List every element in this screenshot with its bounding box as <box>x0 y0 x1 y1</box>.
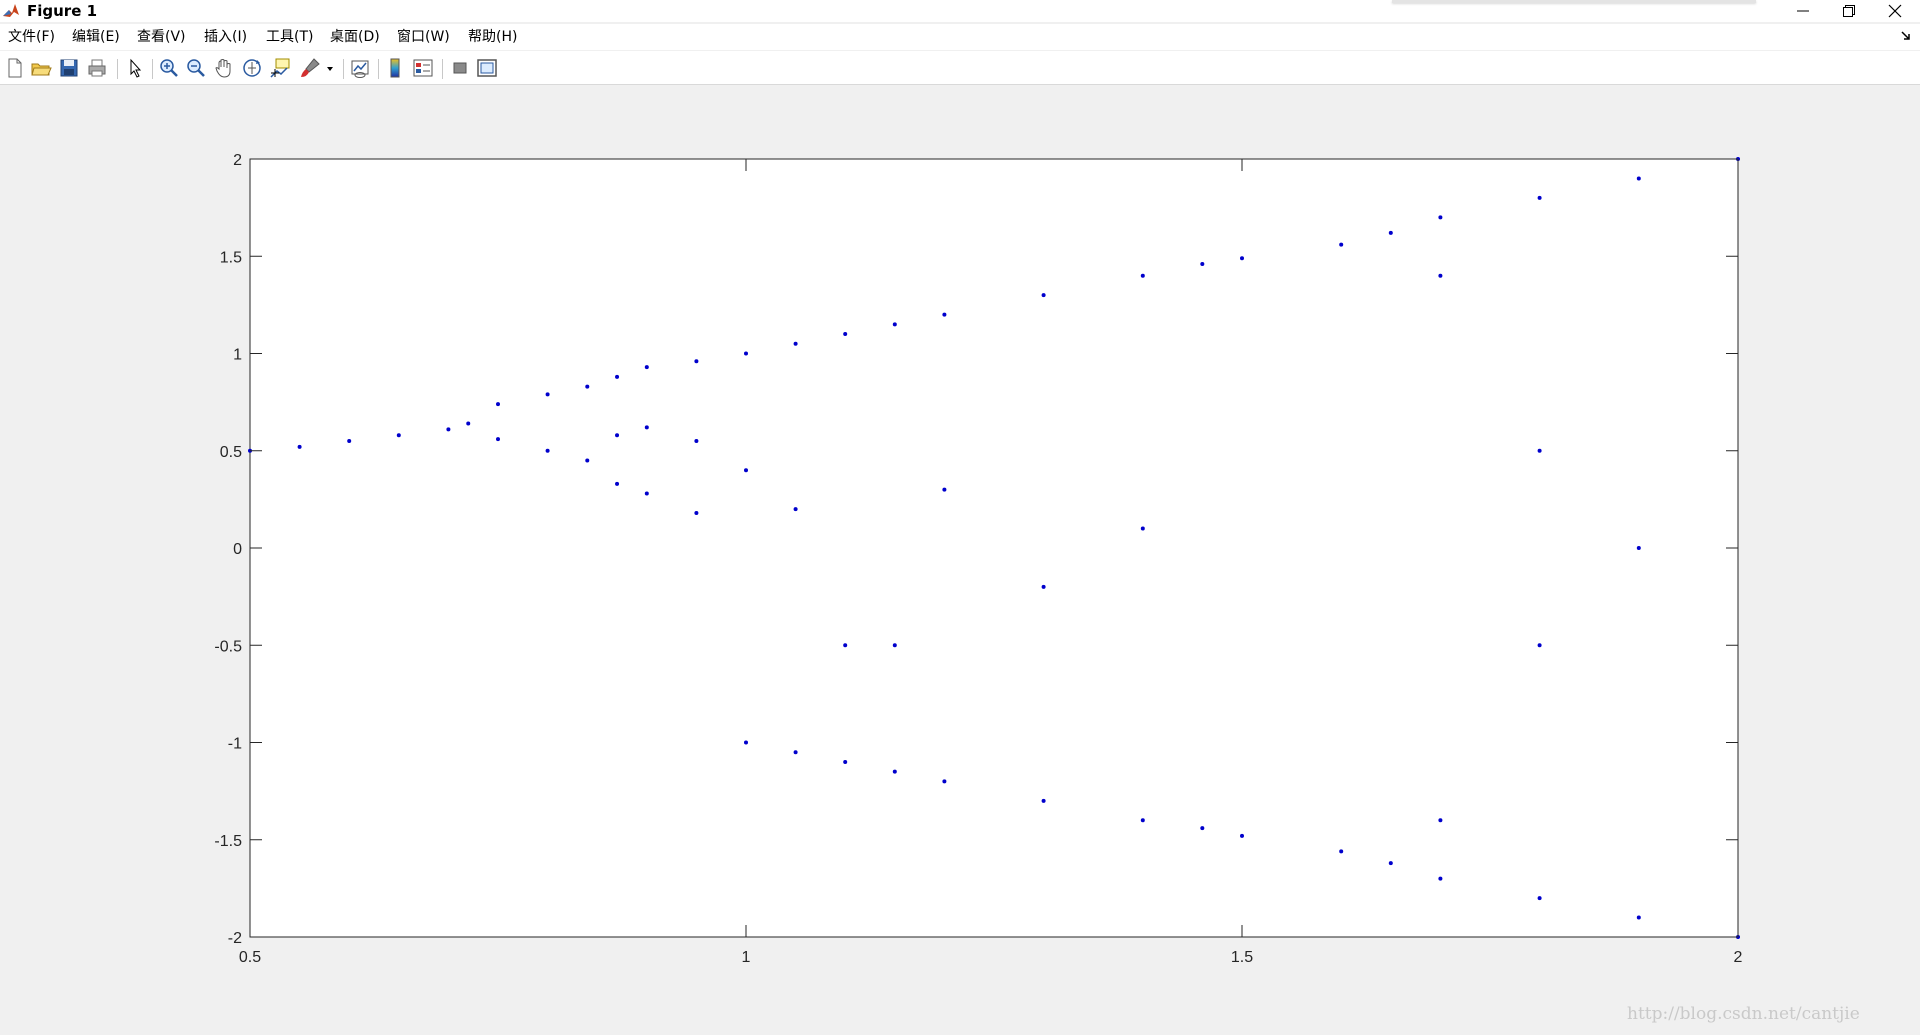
data-point <box>843 332 848 337</box>
data-point <box>1636 915 1641 920</box>
axes-box <box>249 158 1739 938</box>
data-point <box>585 458 590 463</box>
x-tick-label: 1 <box>742 949 751 966</box>
data-point <box>1200 262 1205 267</box>
data-point <box>744 468 748 473</box>
data-point <box>793 341 798 346</box>
y-tick-label: -1 <box>228 736 242 753</box>
data-point <box>694 359 699 364</box>
data-point <box>1339 849 1344 854</box>
data-point <box>1636 176 1641 181</box>
y-tick-label: -1.5 <box>214 833 242 850</box>
data-point <box>297 444 302 449</box>
data-point <box>892 322 897 327</box>
data-point <box>585 384 590 389</box>
data-point <box>396 433 401 438</box>
data-point <box>545 392 550 397</box>
data-point <box>942 779 947 784</box>
data-point <box>1537 896 1542 901</box>
data-point <box>744 740 748 745</box>
data-point <box>1537 643 1542 648</box>
data-point <box>1200 826 1205 831</box>
y-tick-label: 1.5 <box>220 249 242 266</box>
data-point <box>615 374 620 379</box>
x-tick-label: 1.5 <box>1231 949 1253 966</box>
data-point <box>1041 293 1046 298</box>
y-tick-label: 0 <box>233 541 242 558</box>
data-point <box>694 439 699 444</box>
data-point <box>1339 242 1344 247</box>
data-point <box>615 481 620 486</box>
y-tick-label: 1 <box>233 347 242 364</box>
data-point <box>644 425 649 430</box>
data-point <box>1140 526 1145 531</box>
data-point <box>1438 215 1443 220</box>
data-point <box>694 510 699 515</box>
data-point <box>446 427 451 432</box>
data-point <box>644 491 649 496</box>
bifurcation-scatter-plot[interactable]: 0.5 1 1.5 2 2 1.5 1 0.5 0 -0.5 -1 -1.5 -2 <box>0 0 1920 1035</box>
data-point <box>1438 273 1443 278</box>
data-point <box>793 507 798 512</box>
data-point <box>942 487 947 492</box>
data-point <box>496 437 500 442</box>
y-tick-label: 0.5 <box>220 444 242 461</box>
data-point <box>843 759 848 764</box>
data-point <box>1438 818 1443 823</box>
data-point <box>793 750 798 755</box>
data-point <box>744 351 748 356</box>
data-point <box>892 769 897 774</box>
x-tick-label: 0.5 <box>239 949 261 966</box>
data-point <box>1537 195 1542 200</box>
y-tick-label: -0.5 <box>214 638 242 655</box>
data-point <box>1041 584 1046 589</box>
data-point <box>1388 230 1393 235</box>
data-point <box>496 402 500 407</box>
data-point <box>1140 273 1145 278</box>
data-point <box>1537 448 1542 453</box>
data-point <box>843 643 848 648</box>
x-tick-label: 2 <box>1734 949 1743 966</box>
data-point <box>1438 876 1443 881</box>
data-point <box>466 421 471 426</box>
data-point <box>615 433 620 438</box>
watermark-text: http://blog.csdn.net/cantjie <box>1627 1004 1860 1024</box>
data-point <box>545 448 550 453</box>
data-point <box>644 365 649 370</box>
data-point <box>1140 818 1145 823</box>
y-tick-label: -2 <box>228 930 242 947</box>
data-point <box>942 312 947 317</box>
data-point <box>1041 798 1046 803</box>
data-point <box>1388 861 1393 866</box>
data-point <box>1240 256 1244 261</box>
data-point <box>347 439 352 444</box>
data-point <box>892 643 897 648</box>
y-tick-label: 2 <box>233 152 242 169</box>
data-point <box>1636 546 1641 550</box>
data-point <box>1240 833 1244 838</box>
